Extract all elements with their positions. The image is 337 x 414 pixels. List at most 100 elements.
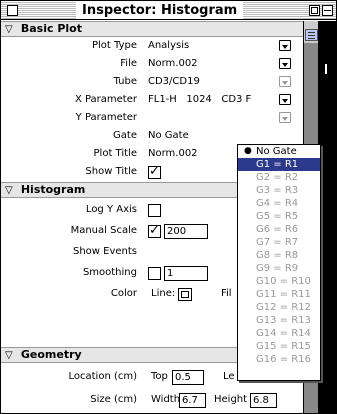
top-label: Top — [151, 371, 168, 382]
line-color-swatch-inner — [181, 291, 189, 298]
y-parameter-popup-button[interactable] — [279, 112, 291, 123]
smoothing-checkbox[interactable] — [148, 267, 161, 280]
left-label: Le — [223, 371, 235, 382]
gate-menu-item-label: G1 = R1 — [256, 159, 299, 170]
gate-menu-item-label: G7 = R7 — [256, 237, 299, 248]
gate-label: Gate — [113, 130, 137, 141]
gate-menu-item[interactable]: ● No Gate — [238, 145, 320, 158]
inspector-window: Inspector: Histogram ▽ Basic Plot Plot T… — [0, 0, 337, 414]
file-popup-button[interactable] — [279, 58, 291, 69]
row-size: Size (cm) Width 6.7 Height 6.8 — [1, 391, 303, 409]
show-title-checkbox[interactable] — [148, 164, 161, 180]
gate-menu-item-label: G12 = R12 — [256, 302, 311, 313]
gate-value[interactable]: No Gate — [148, 127, 189, 145]
line-color-swatch[interactable] — [178, 288, 192, 301]
gate-menu-item-label: G9 = R9 — [256, 263, 299, 274]
line-color-label: Line: — [151, 288, 176, 299]
gate-menu-item-label: G3 = R3 — [256, 185, 299, 196]
gate-menu-item[interactable]: G11 = R11 — [238, 288, 320, 301]
plot-type-popup-button[interactable] — [279, 40, 291, 51]
window-edge — [319, 21, 336, 413]
disclosure-triangle-icon[interactable]: ▽ — [5, 349, 17, 363]
manual-scale-checkbox[interactable] — [148, 223, 161, 239]
plot-type-label: Plot Type — [92, 40, 137, 51]
gate-menu-item[interactable]: G7 = R7 — [238, 236, 320, 249]
smoothing-label: Smoothing — [82, 267, 137, 278]
plot-type-value: Analysis — [148, 40, 190, 51]
manual-scale-label: Manual Scale — [70, 225, 137, 236]
bullet-icon: ● — [244, 146, 252, 156]
section-histogram-label: Histogram — [20, 183, 86, 196]
gate-menu-item-label: G8 = R8 — [256, 250, 299, 261]
height-label: Height — [214, 394, 248, 405]
tube-popup-button[interactable] — [279, 76, 291, 87]
title-bar[interactable]: Inspector: Histogram — [1, 1, 336, 20]
gate-menu-item-label: G11 = R11 — [256, 289, 311, 300]
edge-mark — [325, 64, 327, 74]
gate-menu-item-label: G14 = R14 — [256, 328, 311, 339]
gate-menu-item[interactable]: G8 = R8 — [238, 249, 320, 262]
gate-menu-item[interactable]: G5 = R5 — [238, 210, 320, 223]
close-box-icon[interactable] — [7, 5, 18, 16]
show-events-label: Show Events — [72, 246, 137, 257]
x-parameter-label: X Parameter — [74, 94, 137, 105]
gate-menu-item-label: G4 = R4 — [256, 198, 299, 209]
gate-menu-item[interactable]: G2 = R2 — [238, 171, 320, 184]
gate-menu-item-label: G15 = R15 — [256, 341, 311, 352]
x-parameter-value: FL1-H 1024 CD3 F — [148, 94, 252, 105]
scroll-thumb[interactable] — [305, 29, 318, 41]
row-x-parameter: X Parameter FL1-H 1024 CD3 F — [1, 91, 303, 109]
gate-menu-item[interactable]: G12 = R12 — [238, 301, 320, 314]
row-plot-type: Plot Type Analysis — [1, 37, 303, 55]
manual-scale-input[interactable]: 200 — [164, 224, 208, 239]
smoothing-input[interactable]: 1 — [164, 266, 208, 281]
disclosure-triangle-icon[interactable]: ▽ — [5, 23, 17, 37]
section-basic-plot-label: Basic Plot — [20, 22, 82, 35]
height-input[interactable]: 6.8 — [250, 393, 277, 408]
color-label: Color — [110, 288, 137, 299]
gate-menu-item[interactable]: G14 = R14 — [238, 327, 320, 340]
gate-menu-item-label: G6 = R6 — [256, 224, 299, 235]
gate-menu-item[interactable]: G4 = R4 — [238, 197, 320, 210]
disclosure-triangle-icon[interactable]: ▽ — [5, 184, 17, 198]
tube-label: Tube — [113, 76, 137, 87]
log-y-axis-checkbox[interactable] — [148, 204, 161, 217]
gate-menu-item-label: G13 = R13 — [256, 315, 311, 326]
location-label: Location (cm) — [68, 371, 137, 382]
file-value: Norm.002 — [148, 58, 198, 69]
plot-title-value[interactable]: Norm.002 — [148, 145, 198, 163]
gate-menu-item[interactable]: G10 = R10 — [238, 275, 320, 288]
collapse-box-icon[interactable] — [322, 5, 333, 16]
log-y-axis-label: Log Y Axis — [85, 204, 137, 215]
width-label: Width — [151, 394, 181, 405]
plot-title-label: Plot Title — [93, 148, 137, 159]
gate-menu-item[interactable]: G15 = R15 — [238, 340, 320, 353]
tube-value: CD3/CD19 — [148, 76, 200, 87]
y-parameter-label: Y Parameter — [75, 112, 137, 123]
gate-menu-item[interactable]: G3 = R3 — [238, 184, 320, 197]
gate-menu-item[interactable]: G13 = R13 — [238, 314, 320, 327]
top-input[interactable]: 0.5 — [172, 370, 204, 385]
width-input[interactable]: 6.7 — [179, 393, 206, 408]
show-title-label: Show Title — [85, 166, 137, 177]
size-label: Size (cm) — [90, 394, 137, 405]
file-label: File — [120, 58, 137, 69]
gate-menu-item[interactable]: G1 = R1 — [238, 158, 320, 171]
window-title: Inspector: Histogram — [76, 2, 244, 19]
row-gate: Gate No Gate — [1, 127, 303, 145]
section-basic-plot[interactable]: ▽ Basic Plot — [1, 21, 303, 37]
gate-menu-item[interactable]: G6 = R6 — [238, 223, 320, 236]
gate-menu-item-label: G10 = R10 — [256, 276, 311, 287]
fill-color-label: Fil — [221, 288, 232, 299]
gate-menu-item[interactable]: G16 = R16 — [238, 353, 320, 366]
zoom-box-icon[interactable] — [309, 5, 320, 16]
gate-menu-item-label: G16 = R16 — [256, 354, 311, 365]
gate-menu-item-label: G2 = R2 — [256, 172, 299, 183]
gate-popup-menu[interactable]: ● No Gate G1 = R1 G2 = R2 G3 = R3 G4 = R4 G5 =… — [237, 144, 321, 381]
gate-menu-item-label: G5 = R5 — [256, 211, 299, 222]
gate-menu-item-label: No Gate — [256, 146, 297, 157]
x-parameter-popup-button[interactable] — [279, 94, 291, 105]
row-file: File Norm.002 — [1, 55, 303, 73]
gate-menu-item[interactable]: G9 = R9 — [238, 262, 320, 275]
row-tube: Tube CD3/CD19 — [1, 73, 303, 91]
